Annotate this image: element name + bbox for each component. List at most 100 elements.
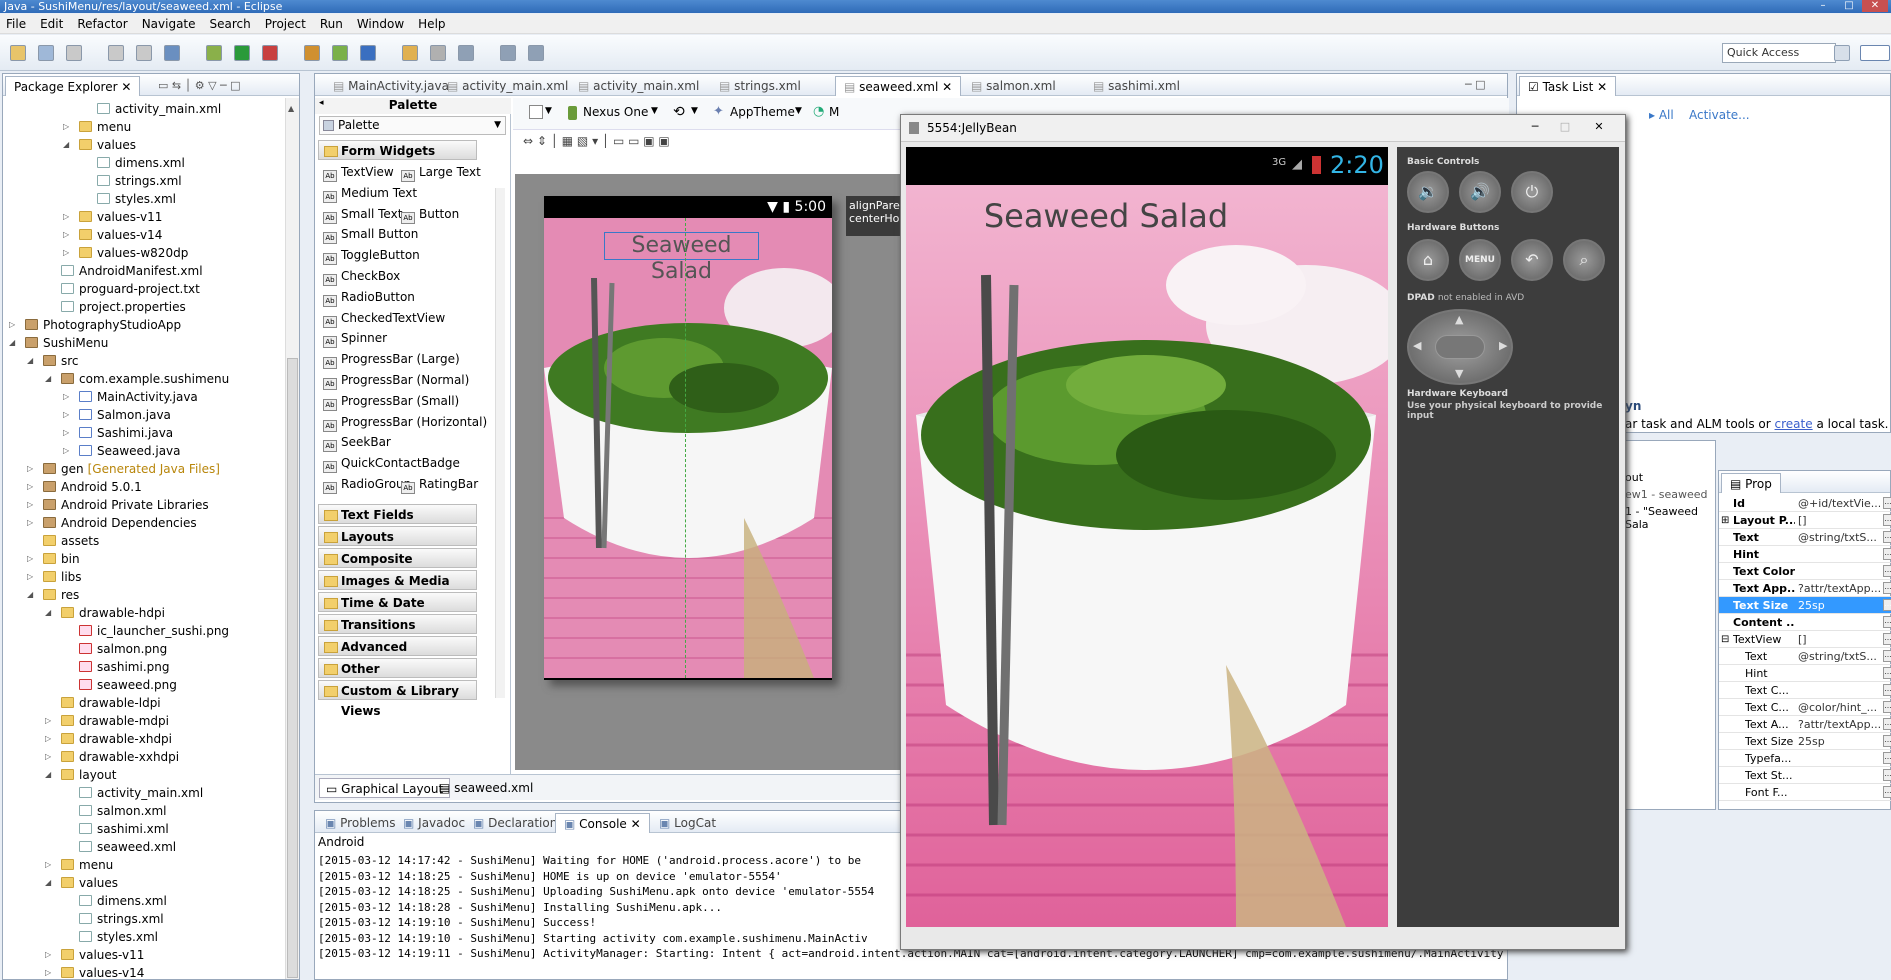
tree-item[interactable]: ◢ com.example.sushimenu (45, 370, 229, 388)
minimize-icon[interactable]: – (1810, 0, 1836, 12)
menu-edit[interactable]: Edit (40, 17, 63, 31)
toolbar-icon-8[interactable] (234, 45, 250, 61)
ellipsis-icon[interactable]: … (1883, 531, 1891, 543)
property-row[interactable]: Text Size 25sp… (1719, 733, 1891, 750)
tree-item[interactable]: ▷ Android Private Libraries (27, 496, 209, 514)
palette-category[interactable]: Advanced (318, 636, 477, 656)
property-value[interactable]: @string/txtS... (1798, 648, 1880, 665)
expand-icon[interactable]: ▷ (63, 442, 71, 460)
expand-icon[interactable]: ⊞ (1721, 512, 1729, 529)
expand-icon[interactable]: ▷ (63, 226, 71, 244)
ellipsis-icon[interactable]: … (1883, 616, 1891, 628)
expand-icon[interactable]: ▷ (27, 568, 35, 586)
maximize-icon[interactable]: □ (1551, 118, 1579, 136)
palette-widget[interactable]: Ab ToggleButton (323, 245, 420, 266)
outline-line-1[interactable]: out (1625, 471, 1643, 484)
outline-line-3[interactable]: 1 - "Seaweed Sala (1625, 505, 1715, 531)
outline-line-2[interactable]: ew1 - seaweed (1625, 488, 1707, 501)
ellipsis-icon[interactable]: … (1883, 599, 1891, 611)
maximize-icon[interactable]: □ (1836, 0, 1862, 12)
toolbar-icon-5[interactable] (136, 45, 152, 61)
toolbar-icon-10[interactable] (304, 45, 320, 61)
property-row[interactable]: Id @+id/textVie...… (1719, 495, 1891, 512)
tree-item[interactable]: project.properties (61, 298, 186, 316)
property-row[interactable]: Text A... ?attr/textApp...… (1719, 716, 1891, 733)
tree-item[interactable]: ic_launcher_sushi.png (79, 622, 229, 640)
property-row[interactable]: Text C...… (1719, 682, 1891, 699)
toolbar-icon-2[interactable] (38, 45, 54, 61)
palette-widget[interactable]: Ab CheckedTextView (323, 308, 445, 328)
console-tab-problems[interactable]: ▣ Problems (317, 813, 403, 833)
tab-graphical-layout[interactable]: ▭ Graphical Layout (319, 778, 451, 798)
ellipsis-icon[interactable]: … (1883, 650, 1891, 662)
home-icon[interactable]: ⌂ (1407, 239, 1449, 281)
tree-item[interactable]: ▷ Android 5.0.1 (27, 478, 142, 496)
tree-item[interactable]: ▷ Android Dependencies (27, 514, 197, 532)
palette-widget[interactable]: Ab QuickContactBadge (323, 453, 460, 474)
menu-file[interactable]: File (6, 17, 26, 31)
toolbar-icon-4[interactable] (108, 45, 124, 61)
tree-item[interactable]: activity_main.xml (97, 100, 221, 118)
tab-properties[interactable]: ▤ Prop (1721, 473, 1781, 493)
palette-category[interactable]: Images & Media (318, 570, 477, 590)
toolbar-icon-1[interactable] (10, 45, 26, 61)
tree-item[interactable]: ◢ src (27, 352, 79, 370)
dpad-down-icon[interactable]: ▼ (1455, 367, 1463, 380)
rotate-icon[interactable]: ⟲ (673, 104, 685, 120)
palette-category[interactable]: Text Fields (318, 504, 477, 524)
property-value[interactable]: [] (1798, 512, 1880, 529)
device-selector[interactable]: Nexus One (583, 105, 648, 119)
property-row[interactable]: Hint… (1719, 665, 1891, 682)
expand-icon[interactable]: ▷ (27, 496, 35, 514)
palette-widget[interactable]: Ab TextView (323, 162, 394, 182)
chevron-down-icon[interactable]: ▼ (691, 106, 698, 116)
dpad-control[interactable]: ▲ ▼ ◀ ▶ (1407, 309, 1513, 385)
tree-item[interactable]: proguard-project.txt (61, 280, 200, 298)
chevron-down-icon[interactable]: ▼ (651, 106, 658, 116)
palette-scrollbar[interactable] (495, 188, 505, 698)
tree-item[interactable]: ▷ gen [Generated Java Files] (27, 460, 220, 478)
ellipsis-icon[interactable]: … (1883, 497, 1891, 509)
expand-icon[interactable]: ▷ (27, 478, 35, 496)
editor-min-max-icons[interactable]: ─ □ (1465, 78, 1486, 91)
volume-up-icon[interactable]: 🔊 (1459, 171, 1501, 213)
activity-selector[interactable]: M (829, 105, 839, 119)
expand-icon[interactable]: ▷ (45, 712, 53, 730)
palette-widget[interactable]: Ab Small Button (323, 224, 418, 245)
ellipsis-icon[interactable]: … (1883, 667, 1891, 679)
tree-item[interactable]: ▷ Seaweed.java (63, 442, 181, 460)
tab-xml-source[interactable]: ▤ seaweed.xml (433, 778, 539, 798)
palette-category-form-widgets[interactable]: Form Widgets (318, 140, 477, 160)
expand-icon[interactable]: ▷ (45, 748, 53, 766)
volume-down-icon[interactable]: 🔉 (1407, 171, 1449, 213)
task-filter-all[interactable]: ▸ All (1649, 108, 1674, 122)
property-row[interactable]: Hint… (1719, 546, 1891, 563)
dpad-center[interactable] (1435, 335, 1485, 359)
property-row[interactable]: Text App... ?attr/textApp...… (1719, 580, 1891, 597)
search-icon[interactable]: ⌕ (1563, 239, 1605, 281)
menu-navigate[interactable]: Navigate (142, 17, 196, 31)
config-icon[interactable] (529, 105, 543, 119)
editor-tab[interactable]: ▤ strings.xml (711, 76, 809, 96)
toolbar-icon-13[interactable] (402, 45, 418, 61)
quick-access-field[interactable]: Quick Access (1722, 43, 1836, 63)
property-row[interactable]: Content ...… (1719, 614, 1891, 631)
dpad-right-icon[interactable]: ▶ (1499, 339, 1507, 352)
chevron-down-icon[interactable]: ▼ (795, 106, 802, 116)
expand-icon[interactable]: ▷ (27, 514, 35, 532)
tree-item[interactable]: ▷ PhotographyStudioApp (9, 316, 181, 334)
palette-widget[interactable]: Ab Large Text (401, 162, 481, 182)
tab-package-explorer[interactable]: Package Explorer ✕ (5, 76, 141, 96)
tree-item[interactable]: ▷ values-v11 (63, 208, 162, 226)
toolbar-icon-7[interactable] (206, 45, 222, 61)
palette-category[interactable]: Custom & Library Views (318, 680, 477, 718)
menu-help[interactable]: Help (418, 17, 445, 31)
menu-refactor[interactable]: Refactor (77, 17, 127, 31)
editor-tab[interactable]: ▤ salmon.xml (963, 76, 1064, 96)
tree-item[interactable]: assets (43, 532, 99, 550)
ellipsis-icon[interactable]: … (1883, 582, 1891, 594)
collapse-icon[interactable]: ◢ (27, 352, 35, 370)
collapse-icon[interactable]: ◢ (45, 766, 53, 784)
palette-widget[interactable]: Ab SeekBar (323, 432, 391, 453)
palette-widget[interactable]: Ab RatingBar (401, 474, 478, 494)
